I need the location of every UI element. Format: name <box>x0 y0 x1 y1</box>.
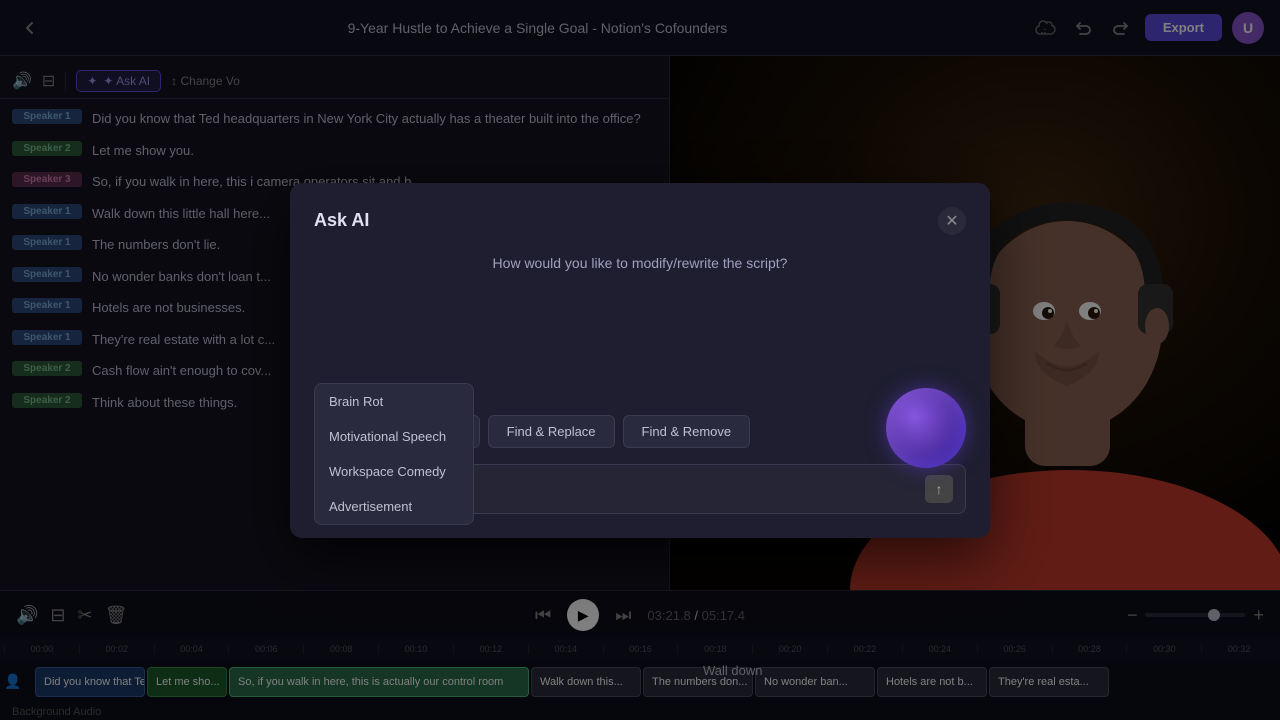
modal-overlay: Ask AI ✕ How would you like to modify/re… <box>0 0 1280 720</box>
modal-title: Ask AI <box>314 210 369 231</box>
dropdown-item-motivational[interactable]: Motivational Speech <box>315 419 473 454</box>
modal-question: How would you like to modify/rewrite the… <box>314 255 966 271</box>
dropdown-item-advertisement[interactable]: Advertisement <box>315 489 473 524</box>
modal-send-button[interactable]: ↑ <box>925 475 953 503</box>
dropdown-item-brain-rot[interactable]: Brain Rot <box>315 384 473 419</box>
find-remove-button[interactable]: Find & Remove <box>623 415 751 448</box>
dropdown-item-workspace[interactable]: Workspace Comedy <box>315 454 473 489</box>
style-dropdown: Brain Rot Motivational Speech Workspace … <box>314 383 474 525</box>
ai-orb <box>886 388 966 468</box>
ask-ai-modal: Ask AI ✕ How would you like to modify/re… <box>290 183 990 538</box>
modal-header: Ask AI ✕ <box>314 207 966 235</box>
modal-close-button[interactable]: ✕ <box>938 207 966 235</box>
find-replace-button[interactable]: Find & Replace <box>488 415 615 448</box>
